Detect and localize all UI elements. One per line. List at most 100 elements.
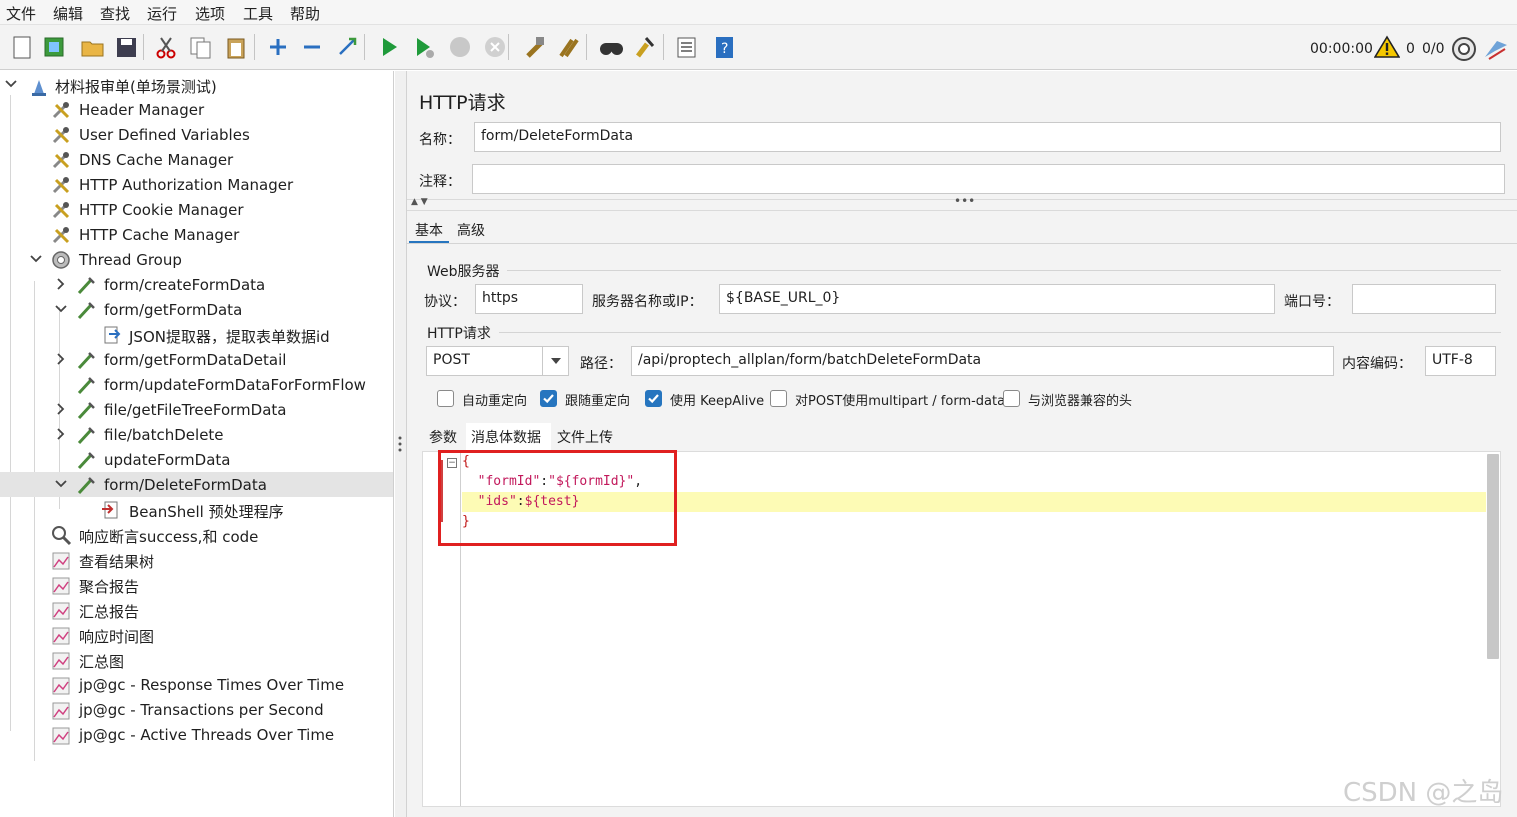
reset-search-icon[interactable] <box>632 33 660 61</box>
tree-node[interactable]: jp@gc - Response Times Over Time <box>0 672 393 697</box>
tree-node[interactable]: form/getFormDataDetail <box>0 347 393 372</box>
tree-node[interactable]: jp@gc - Transactions per Second <box>0 697 393 722</box>
follow-redirect-checkbox[interactable] <box>540 390 557 407</box>
tree-node[interactable]: Thread Group <box>0 247 393 272</box>
drag-handle-icon[interactable] <box>397 435 403 453</box>
search-icon[interactable] <box>597 33 625 61</box>
cut-icon[interactable] <box>152 33 180 61</box>
toolbar: 00:00:00 0 0/0 ? <box>0 25 1517 70</box>
stop-icon[interactable] <box>446 33 474 61</box>
more-icon[interactable]: ••• <box>954 194 975 208</box>
tree-node[interactable]: 聚合报告 <box>0 572 393 597</box>
tree-node[interactable]: HTTP Cache Manager <box>0 222 393 247</box>
tree-node[interactable]: form/createFormData <box>0 272 393 297</box>
paste-icon[interactable] <box>222 33 250 61</box>
menu-item-5[interactable]: 工具 <box>243 3 273 24</box>
tree-node[interactable]: 响应时间图 <box>0 622 393 647</box>
web-server-legend: Web服务器 <box>427 264 500 280</box>
clear-all-icon[interactable] <box>555 33 583 61</box>
collapse-icon[interactable] <box>298 33 326 61</box>
sampler-icon <box>75 274 97 296</box>
thread-group-icon <box>50 249 72 271</box>
protocol-input[interactable]: https <box>475 284 583 314</box>
method-select[interactable]: POST <box>426 346 569 376</box>
menu-bar: 文件 编辑 查找 运行 选项 工具 帮助 <box>0 0 1517 25</box>
protocol-label: 协议： <box>424 294 466 310</box>
tab-body-data[interactable]: 消息体数据 <box>466 423 551 451</box>
port-input[interactable] <box>1352 284 1496 314</box>
tab-parameters[interactable]: 参数 <box>429 427 457 447</box>
tree-node[interactable]: HTTP Cookie Manager <box>0 197 393 222</box>
menu-item-0[interactable]: 文件 <box>6 3 36 24</box>
menu-item-2[interactable]: 查找 <box>100 3 130 24</box>
menu-item-1[interactable]: 编辑 <box>53 3 83 24</box>
server-input[interactable]: ${BASE_URL_0} <box>719 284 1275 314</box>
warning-icon[interactable] <box>1374 35 1400 59</box>
tree-node-label: form/getFormData <box>104 301 243 319</box>
new-icon[interactable] <box>8 33 36 61</box>
shutdown-icon[interactable] <box>481 33 509 61</box>
copy-icon[interactable] <box>186 33 214 61</box>
help-icon[interactable]: ? <box>710 33 738 61</box>
save-icon[interactable] <box>112 33 140 61</box>
open-icon[interactable] <box>78 33 106 61</box>
multipart-checkbox[interactable] <box>770 390 787 407</box>
function-helper-icon[interactable] <box>672 33 700 61</box>
chevron-right-icon[interactable] <box>54 275 70 293</box>
templates-icon[interactable] <box>40 33 68 61</box>
tree-node[interactable]: Header Manager <box>0 97 393 122</box>
start-icon[interactable] <box>375 33 403 61</box>
tree-node[interactable]: jp@gc - Active Threads Over Time <box>0 722 393 747</box>
tree-node[interactable]: form/DeleteFormData <box>0 472 393 497</box>
split-pane-divider[interactable] <box>395 71 407 817</box>
browser-headers-checkbox[interactable] <box>1003 390 1020 407</box>
toggle-icon[interactable] <box>334 33 362 61</box>
comment-label: 注释： <box>419 174 461 190</box>
chevron-down-icon[interactable] <box>54 300 70 318</box>
tree-node[interactable]: form/updateFormDataForFormFlow <box>0 372 393 397</box>
tree-node[interactable]: file/getFileTreeFormData <box>0 397 393 422</box>
tab-file-upload[interactable]: 文件上传 <box>557 427 613 447</box>
elapsed-timer: 00:00:00 <box>1310 41 1373 57</box>
menu-item-6[interactable]: 帮助 <box>290 3 320 24</box>
tree-node[interactable]: file/batchDelete <box>0 422 393 447</box>
tree-node[interactable]: User Defined Variables <box>0 122 393 147</box>
comment-input[interactable] <box>472 164 1505 194</box>
chevron-right-icon[interactable] <box>54 400 70 418</box>
tree-node[interactable]: updateFormData <box>0 447 393 472</box>
name-input[interactable]: form/DeleteFormData <box>474 122 1501 152</box>
tree-node[interactable]: JSON提取器，提取表单数据id <box>0 322 393 347</box>
tree-node[interactable]: 汇总报告 <box>0 597 393 622</box>
tab-advanced[interactable]: 高级 <box>451 217 491 243</box>
tree-node[interactable]: form/getFormData <box>0 297 393 322</box>
clear-icon[interactable] <box>521 33 549 61</box>
remote-status-icon[interactable] <box>1451 36 1477 62</box>
chevron-down-icon[interactable] <box>29 250 45 268</box>
encoding-input[interactable]: UTF-8 <box>1425 346 1496 376</box>
tree-node[interactable]: 响应断言success,和 code <box>0 522 393 547</box>
keepalive-checkbox[interactable] <box>645 390 662 407</box>
tree-node[interactable]: 查看结果树 <box>0 547 393 572</box>
tree-node[interactable]: BeanShell 预处理程序 <box>0 497 393 522</box>
chevron-down-icon[interactable] <box>54 475 70 493</box>
chevron-right-icon[interactable] <box>54 350 70 368</box>
http-request-line <box>499 332 1501 333</box>
expand-icon[interactable] <box>264 33 292 61</box>
tab-basic[interactable]: 基本 <box>409 217 449 243</box>
tree-node[interactable]: HTTP Authorization Manager <box>0 172 393 197</box>
menu-item-3[interactable]: 运行 <box>147 3 177 24</box>
auto-redirect-checkbox[interactable] <box>437 390 454 407</box>
collapse-arrows-icon[interactable]: ▲ ▼ <box>411 197 428 207</box>
start-no-pause-icon[interactable] <box>410 33 438 61</box>
keepalive-label: 使用 KeepAlive <box>670 394 765 409</box>
editor-scrollbar[interactable] <box>1487 454 1499 659</box>
server-label: 服务器名称或IP： <box>592 294 703 310</box>
chevron-right-icon[interactable] <box>54 425 70 443</box>
tree-node[interactable]: 汇总图 <box>0 647 393 672</box>
tree-node[interactable]: 材料报审单(单场景测试) <box>0 72 393 97</box>
collapse-bar[interactable]: ▲ ▼ ••• <box>407 194 1517 211</box>
chevron-down-icon[interactable] <box>4 75 20 93</box>
menu-item-4[interactable]: 选项 <box>195 3 225 24</box>
path-input[interactable]: /api/proptech_allplan/form/batchDeleteFo… <box>631 346 1334 376</box>
tree-node[interactable]: DNS Cache Manager <box>0 147 393 172</box>
